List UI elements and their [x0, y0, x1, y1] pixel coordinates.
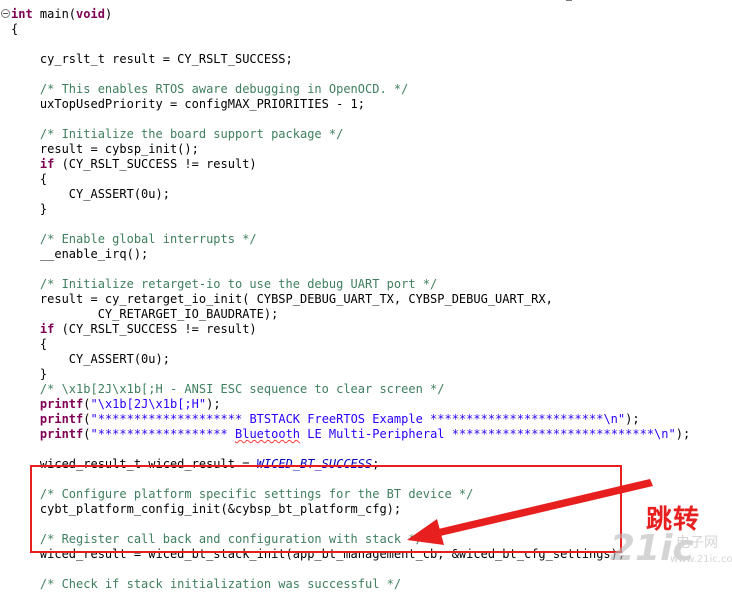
watermark-url: www.21ic.com [670, 554, 732, 565]
site-watermark: 21ic 电子网 www.21ic.com [610, 528, 732, 569]
watermark-name: 电子网 [676, 535, 718, 551]
code-token: /* Check if stack initialization was suc… [11, 577, 402, 591]
arrow-head [407, 519, 444, 545]
annotation-arrow [407, 479, 653, 545]
code-line[interactable]: /* Check if stack initialization was suc… [11, 577, 401, 592]
code-editor[interactable]: int main(void){ cy_rslt_t result = CY_RS… [0, 0, 732, 591]
